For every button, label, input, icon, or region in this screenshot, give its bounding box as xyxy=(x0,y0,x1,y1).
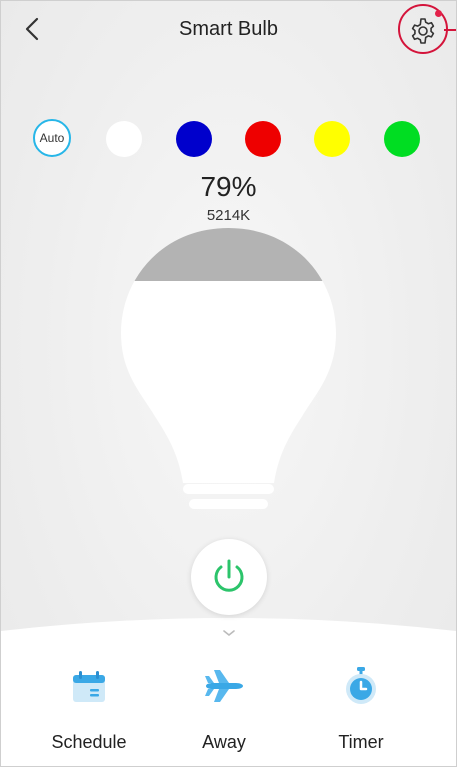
color-auto-button[interactable]: Auto xyxy=(33,119,71,157)
calendar-icon xyxy=(73,671,105,702)
highlight-callout-line xyxy=(444,29,456,31)
airplane-icon xyxy=(205,670,243,702)
timer-button[interactable]: Timer xyxy=(301,666,421,756)
app-screen: Smart Bulb Auto 79% 5214K Schedule Away … xyxy=(0,0,457,767)
auto-label: Auto xyxy=(39,131,65,145)
away-button[interactable]: Away xyxy=(164,666,284,756)
color-temperature-value: 5214K xyxy=(206,207,251,224)
timer-label: Timer xyxy=(338,732,384,752)
bulb-illustration[interactable] xyxy=(111,223,346,528)
brightness-fill-unlit xyxy=(121,228,336,281)
away-label: Away xyxy=(202,732,246,752)
gear-icon xyxy=(411,18,435,44)
power-button[interactable] xyxy=(191,539,267,615)
color-red-swatch[interactable] xyxy=(245,121,281,157)
notification-dot xyxy=(435,10,442,17)
color-white-swatch[interactable] xyxy=(106,121,142,157)
header: Smart Bulb xyxy=(1,1,456,61)
brightness-value: 79% xyxy=(200,171,257,202)
settings-button[interactable] xyxy=(407,15,439,47)
stopwatch-icon xyxy=(346,667,376,704)
color-yellow-swatch[interactable] xyxy=(314,121,350,157)
schedule-button[interactable]: Schedule xyxy=(29,666,149,756)
chevron-down-icon[interactable] xyxy=(221,628,237,638)
power-icon xyxy=(214,559,244,592)
color-blue-swatch[interactable] xyxy=(176,121,212,157)
page-title: Smart Bulb xyxy=(179,18,278,40)
color-green-swatch[interactable] xyxy=(384,121,420,157)
schedule-label: Schedule xyxy=(51,732,127,752)
